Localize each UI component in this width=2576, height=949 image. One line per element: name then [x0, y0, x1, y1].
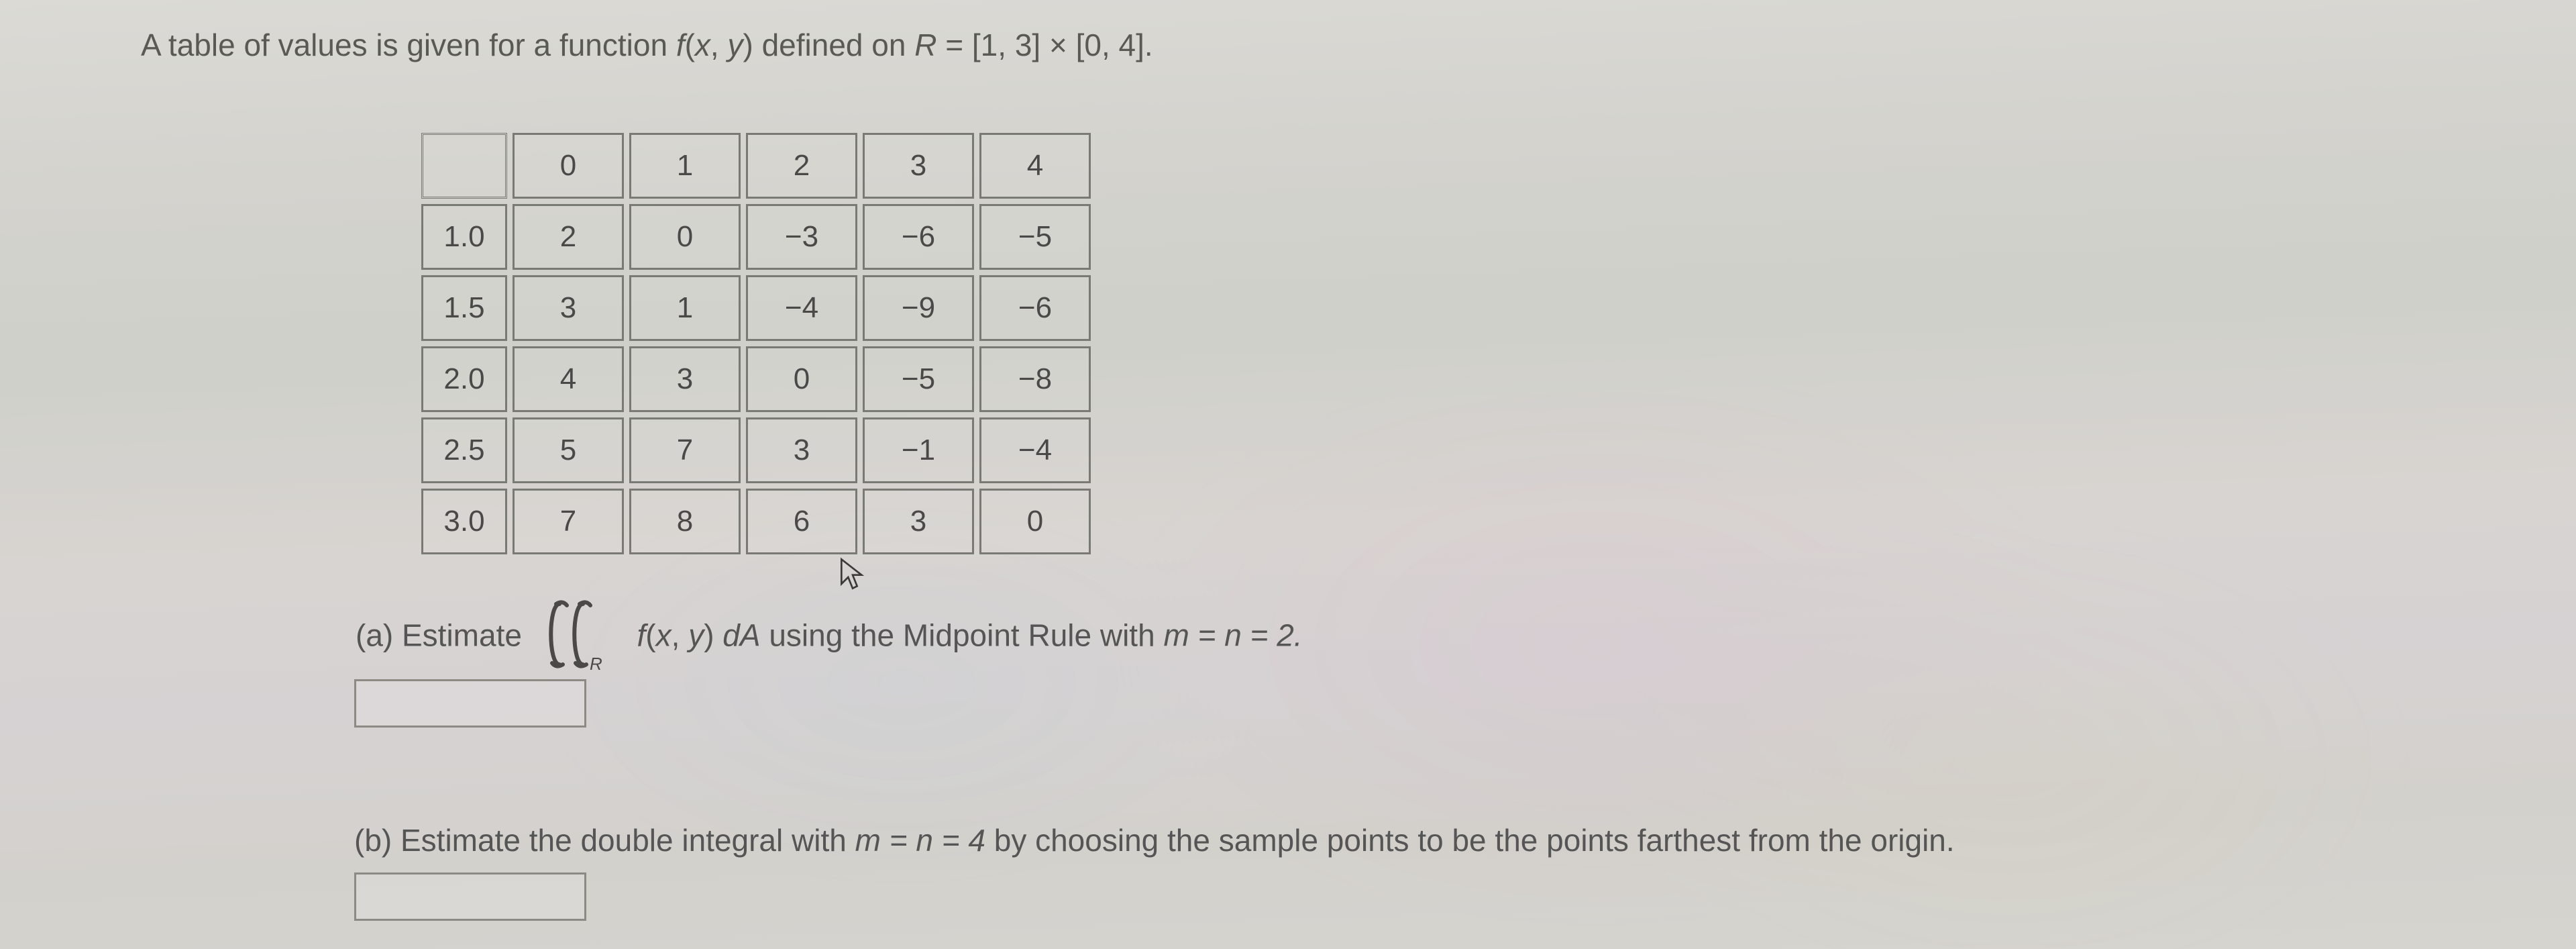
double-integral-icon: R	[536, 597, 623, 679]
col-head: 1	[629, 133, 741, 199]
mouse-cursor-icon	[839, 557, 867, 594]
cell: −5	[863, 346, 974, 412]
cell: 2	[513, 204, 624, 270]
cell: 0	[979, 489, 1091, 554]
part-b-tail: by choosing the sample points to be the …	[985, 823, 1955, 858]
mn-eq: m = n = 2.	[1163, 618, 1302, 653]
var-y: y	[727, 28, 743, 62]
col-head: 0	[513, 133, 624, 199]
cell: −9	[863, 275, 974, 341]
answer-input-a[interactable]	[354, 679, 586, 728]
mn-eq: m = n = 4	[855, 823, 985, 858]
qa-tail: using the Midpoint Rule with	[769, 618, 1163, 653]
table-corner	[421, 133, 507, 199]
cell: −4	[979, 417, 1091, 483]
values-table: 0 1 2 3 4 1.0 2 0 −3 −6 −5 1.5 3 1 −4 −9…	[416, 128, 1096, 560]
cell: 3	[629, 346, 741, 412]
cell: −1	[863, 417, 974, 483]
intro-text: A table of values is given for a functio…	[141, 28, 676, 62]
var-x: x	[656, 618, 672, 653]
row-head: 1.0	[421, 204, 507, 270]
cell: 1	[629, 275, 741, 341]
row-head: 3.0	[421, 489, 507, 554]
row-head: 2.5	[421, 417, 507, 483]
region-R: R	[914, 28, 936, 62]
comma: ,	[710, 28, 728, 62]
fn-f: f	[637, 618, 646, 653]
part-b: (b) Estimate the double integral with m …	[354, 822, 1955, 858]
cell: 3	[746, 417, 857, 483]
intro-text2: ) defined on	[743, 28, 914, 62]
col-head: 3	[863, 133, 974, 199]
cell: −8	[979, 346, 1091, 412]
cell: 4	[513, 346, 624, 412]
cell: 0	[629, 204, 741, 270]
cell: −6	[863, 204, 974, 270]
part-b-text: (b) Estimate the double integral with	[354, 823, 855, 858]
dA: dA	[722, 618, 760, 653]
var-y: y	[688, 618, 704, 653]
cell: −6	[979, 275, 1091, 341]
cell: 6	[746, 489, 857, 554]
cell: −3	[746, 204, 857, 270]
paren-close: )	[704, 618, 722, 653]
cell: 5	[513, 417, 624, 483]
paren-open: (	[685, 28, 695, 62]
paren-open: (	[645, 618, 655, 653]
cell: −4	[746, 275, 857, 341]
svg-text:R: R	[590, 654, 602, 671]
answer-input-b[interactable]	[354, 872, 586, 921]
part-a-label: (a) Estimate	[356, 618, 522, 653]
cell: 7	[629, 417, 741, 483]
cell: 3	[863, 489, 974, 554]
cell: 0	[746, 346, 857, 412]
part-a: (a) Estimate R f(x, y) dA using the Midp…	[356, 597, 1303, 679]
row-head: 2.0	[421, 346, 507, 412]
intro-text3: = [1, 3] × [0, 4].	[936, 28, 1152, 62]
col-head: 4	[979, 133, 1091, 199]
row-head: 1.5	[421, 275, 507, 341]
cell: 8	[629, 489, 741, 554]
comma: ,	[672, 618, 689, 653]
cell: −5	[979, 204, 1091, 270]
cell: 7	[513, 489, 624, 554]
problem-intro: A table of values is given for a functio…	[141, 27, 1153, 63]
fn-f: f	[676, 28, 685, 62]
col-head: 2	[746, 133, 857, 199]
cell: 3	[513, 275, 624, 341]
var-x: x	[695, 28, 710, 62]
